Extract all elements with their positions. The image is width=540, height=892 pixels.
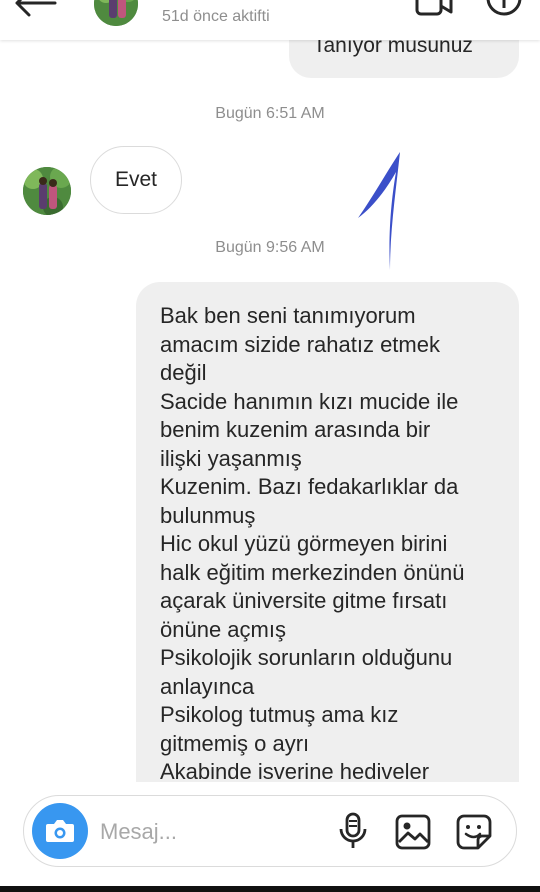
info-icon[interactable] — [484, 0, 524, 20]
gallery-icon[interactable] — [395, 814, 431, 850]
back-arrow-icon[interactable] — [14, 0, 58, 18]
message-text: Evet — [115, 168, 158, 191]
timestamp: Bugün 6:51 AM — [215, 105, 325, 122]
system-nav-bar — [0, 886, 540, 892]
microphone-icon[interactable] — [336, 812, 370, 850]
active-status: 51d önce aktifti — [162, 8, 270, 25]
video-call-icon[interactable] — [414, 0, 454, 20]
message-text: Bak ben seni tanımıyorum amacım sizide r… — [160, 303, 465, 782]
outgoing-message-bubble[interactable]: Bak ben seni tanımıyorum amacım sizide r… — [136, 282, 519, 782]
camera-button[interactable] — [32, 803, 88, 859]
sender-avatar[interactable] — [23, 167, 71, 215]
header-avatar[interactable] — [94, 0, 138, 26]
message-input[interactable]: Mesaj... — [100, 819, 177, 845]
outgoing-message-bubble[interactable]: Tanıyor musunuz — [289, 40, 519, 78]
chat-header: 51d önce aktifti — [0, 0, 540, 40]
timestamp: Bugün 9:56 AM — [215, 239, 325, 256]
camera-icon — [46, 820, 74, 842]
message-thread[interactable]: Tanıyor musunuz Bugün 6:51 AM Evet Bugün… — [0, 40, 540, 782]
sticker-icon[interactable] — [454, 812, 494, 852]
message-composer: Mesaj... — [23, 795, 517, 867]
incoming-message-bubble[interactable]: Evet — [90, 146, 182, 214]
message-text: Tanıyor musunuz — [313, 40, 473, 57]
